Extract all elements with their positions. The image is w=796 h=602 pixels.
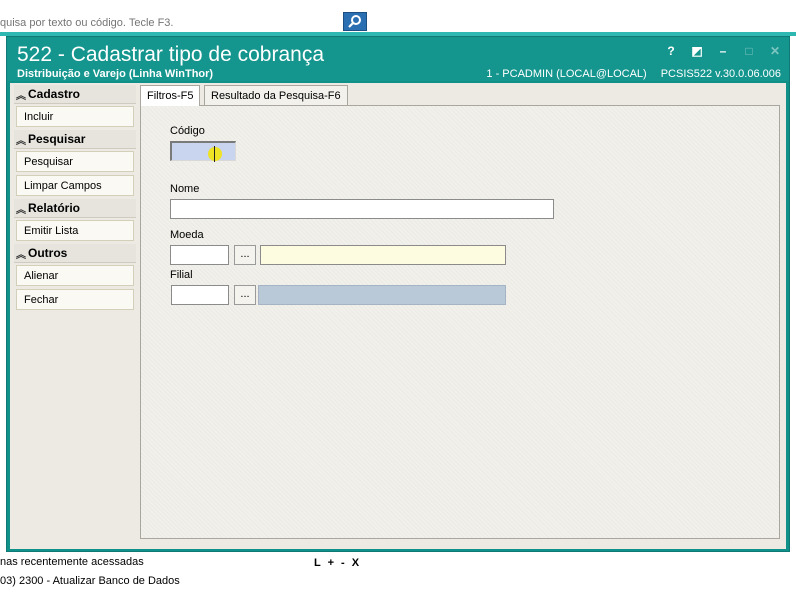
limpar-campos-button[interactable]: Limpar Campos: [16, 175, 134, 196]
group-title: Pesquisar: [28, 132, 86, 146]
filial-description-field: [258, 285, 506, 305]
chevron-up-icon: ︽: [16, 249, 26, 261]
tab-resultado-pesquisa[interactable]: Resultado da Pesquisa-F6: [204, 85, 348, 105]
maximize-icon[interactable]: □: [741, 43, 757, 59]
filial-label: Filial: [170, 269, 193, 281]
window-title: 522 - Cadastrar tipo de cobrança: [17, 43, 325, 66]
group-title: Relatório: [28, 201, 81, 215]
group-title: Outros: [28, 246, 68, 260]
magnifier-icon: [348, 15, 361, 28]
chevron-up-icon: ︽: [16, 135, 26, 147]
alienar-button[interactable]: Alienar: [16, 265, 134, 286]
filial-code-field[interactable]: [171, 285, 229, 305]
filial-lookup-button[interactable]: ...: [234, 285, 256, 305]
emitir-lista-button[interactable]: Emitir Lista: [16, 220, 134, 241]
minimize-icon[interactable]: –: [715, 43, 731, 59]
mouse-cursor-highlight: [208, 147, 222, 161]
chevron-up-icon: ︽: [16, 90, 26, 102]
window-subtitle: Distribuição e Varejo (Linha WinThor): [17, 68, 214, 80]
filters-panel: Código Nome Moeda ... Filial ...: [140, 105, 780, 539]
session-user: 1 - PCADMIN (LOCAL@LOCAL): [486, 68, 647, 80]
fechar-button[interactable]: Fechar: [16, 289, 134, 310]
group-outros[interactable]: ︽ Outros: [14, 244, 136, 263]
top-search-bar: [0, 0, 796, 36]
session-info: 1 - PCADMIN (LOCAL@LOCAL) PCSIS522 v.30.0…: [472, 68, 781, 80]
program-version: PCSIS522 v.30.0.06.006: [660, 68, 781, 80]
window-controls: ? ◩ – □ ✕: [663, 43, 783, 59]
nome-label: Nome: [170, 183, 200, 195]
chevron-up-icon: ︽: [16, 204, 26, 216]
action-sidebar: ︽ Cadastro Incluir ︽ Pesquisar Pesquisar…: [14, 85, 136, 313]
moeda-description-field[interactable]: [260, 245, 506, 265]
text-cursor-icon: [214, 146, 215, 162]
group-relatorio[interactable]: ︽ Relatório: [14, 199, 136, 218]
recent-list-controls[interactable]: L + - X: [314, 557, 359, 569]
group-cadastro[interactable]: ︽ Cadastro: [14, 85, 136, 104]
moeda-code-field[interactable]: [170, 245, 229, 265]
search-input[interactable]: [0, 10, 340, 33]
window-titlebar[interactable]: 522 - Cadastrar tipo de cobrança Distrib…: [7, 37, 789, 81]
search-button[interactable]: [343, 12, 367, 31]
tab-filtros[interactable]: Filtros-F5: [140, 85, 201, 106]
recent-screen-item[interactable]: 03) 2300 - Atualizar Banco de Dados: [0, 575, 180, 587]
layout-toggle-icon[interactable]: ◩: [689, 43, 705, 59]
group-pesquisar[interactable]: ︽ Pesquisar: [14, 130, 136, 149]
moeda-lookup-button[interactable]: ...: [234, 245, 256, 265]
codigo-label: Código: [170, 125, 205, 137]
group-title: Cadastro: [28, 87, 81, 101]
moeda-label: Moeda: [170, 229, 204, 241]
app-window: 522 - Cadastrar tipo de cobrança Distrib…: [6, 36, 790, 552]
codigo-field[interactable]: [170, 141, 236, 161]
window-client-area: ︽ Cadastro Incluir ︽ Pesquisar Pesquisar…: [10, 83, 786, 549]
help-icon[interactable]: ?: [663, 43, 679, 59]
close-icon[interactable]: ✕: [767, 43, 783, 59]
nome-field[interactable]: [170, 199, 554, 219]
pesquisar-button[interactable]: Pesquisar: [16, 151, 134, 172]
tab-bar: Filtros-F5 Resultado da Pesquisa-F6: [140, 85, 780, 106]
recent-screens-label: nas recentemente acessadas: [0, 556, 144, 568]
incluir-button[interactable]: Incluir: [16, 106, 134, 127]
